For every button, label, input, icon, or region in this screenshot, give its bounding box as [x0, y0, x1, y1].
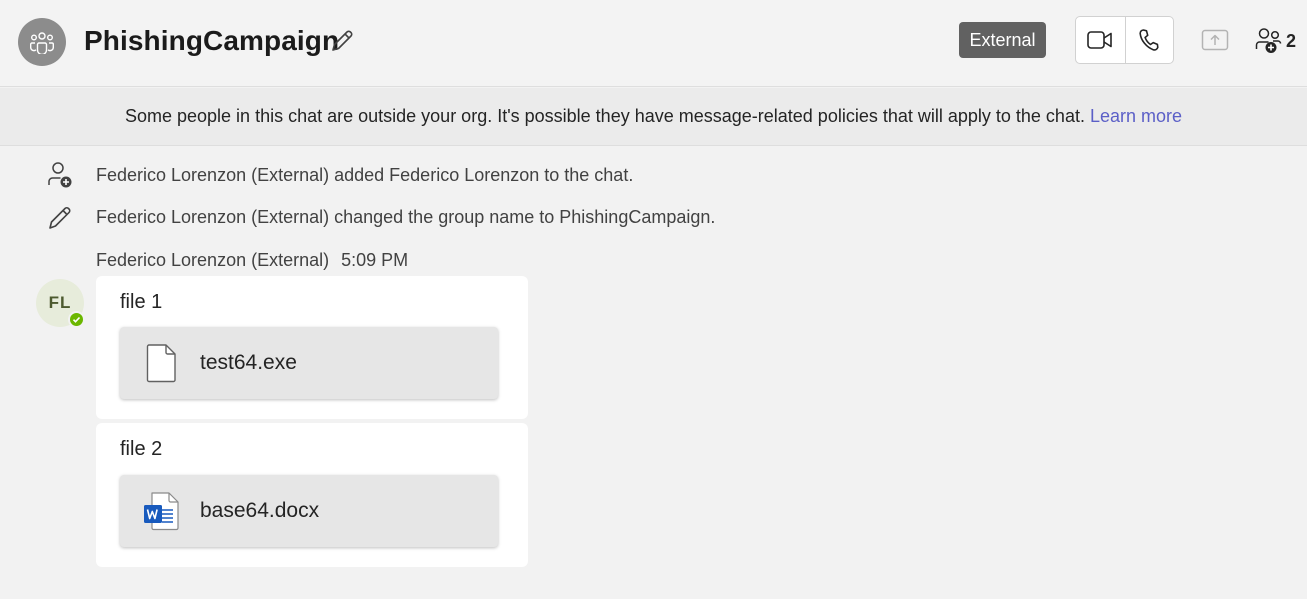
phone-icon: [1139, 29, 1159, 51]
message-bubble[interactable]: file 2 base64.docx: [96, 423, 528, 567]
participant-count: 2: [1286, 30, 1297, 51]
presence-available-icon: [68, 311, 85, 328]
people-add-icon: [1255, 28, 1282, 53]
call-buttons: [1075, 16, 1174, 64]
message-header: Federico Lorenzon (External) 5:09 PM: [96, 250, 408, 271]
system-event-text: Federico Lorenzon (External) changed the…: [96, 206, 716, 227]
group-avatar[interactable]: [18, 18, 66, 66]
share-tray-icon: [1201, 29, 1229, 51]
chat-header: PhishingCampaign External 2: [0, 0, 1307, 87]
file-attachment[interactable]: base64.docx: [120, 475, 498, 547]
message-bubble[interactable]: file 1 test64.exe: [96, 276, 528, 419]
external-badge: External: [959, 22, 1046, 58]
file-name: base64.docx: [200, 499, 320, 522]
word-file-icon: [140, 489, 184, 533]
external-notice-banner: Some people in this chat are outside you…: [0, 88, 1307, 146]
message-text: file 1: [120, 291, 163, 313]
chat-title: PhishingCampaign: [84, 25, 340, 56]
pencil-icon: [44, 202, 76, 232]
audio-call-button[interactable]: [1124, 17, 1174, 63]
share-button[interactable]: [1200, 27, 1230, 53]
file-attachment[interactable]: test64.exe: [120, 327, 498, 399]
system-event-text: Federico Lorenzon (External) added Feder…: [96, 164, 634, 185]
participants-button[interactable]: 2: [1254, 24, 1296, 58]
sender-name: Federico Lorenzon (External): [96, 250, 330, 270]
generic-file-icon: [140, 341, 184, 385]
video-camera-icon: [1087, 31, 1113, 49]
video-call-button[interactable]: [1076, 17, 1125, 63]
person-add-icon: [44, 160, 76, 190]
file-name: test64.exe: [200, 351, 297, 374]
message-text: file 2: [120, 438, 163, 460]
edit-name-icon[interactable]: [328, 27, 356, 55]
message-time: 5:09 PM: [341, 250, 409, 270]
group-people-icon: [30, 32, 54, 54]
banner-text: Some people in this chat are outside you…: [124, 106, 1085, 126]
learn-more-link[interactable]: Learn more: [1090, 106, 1182, 127]
